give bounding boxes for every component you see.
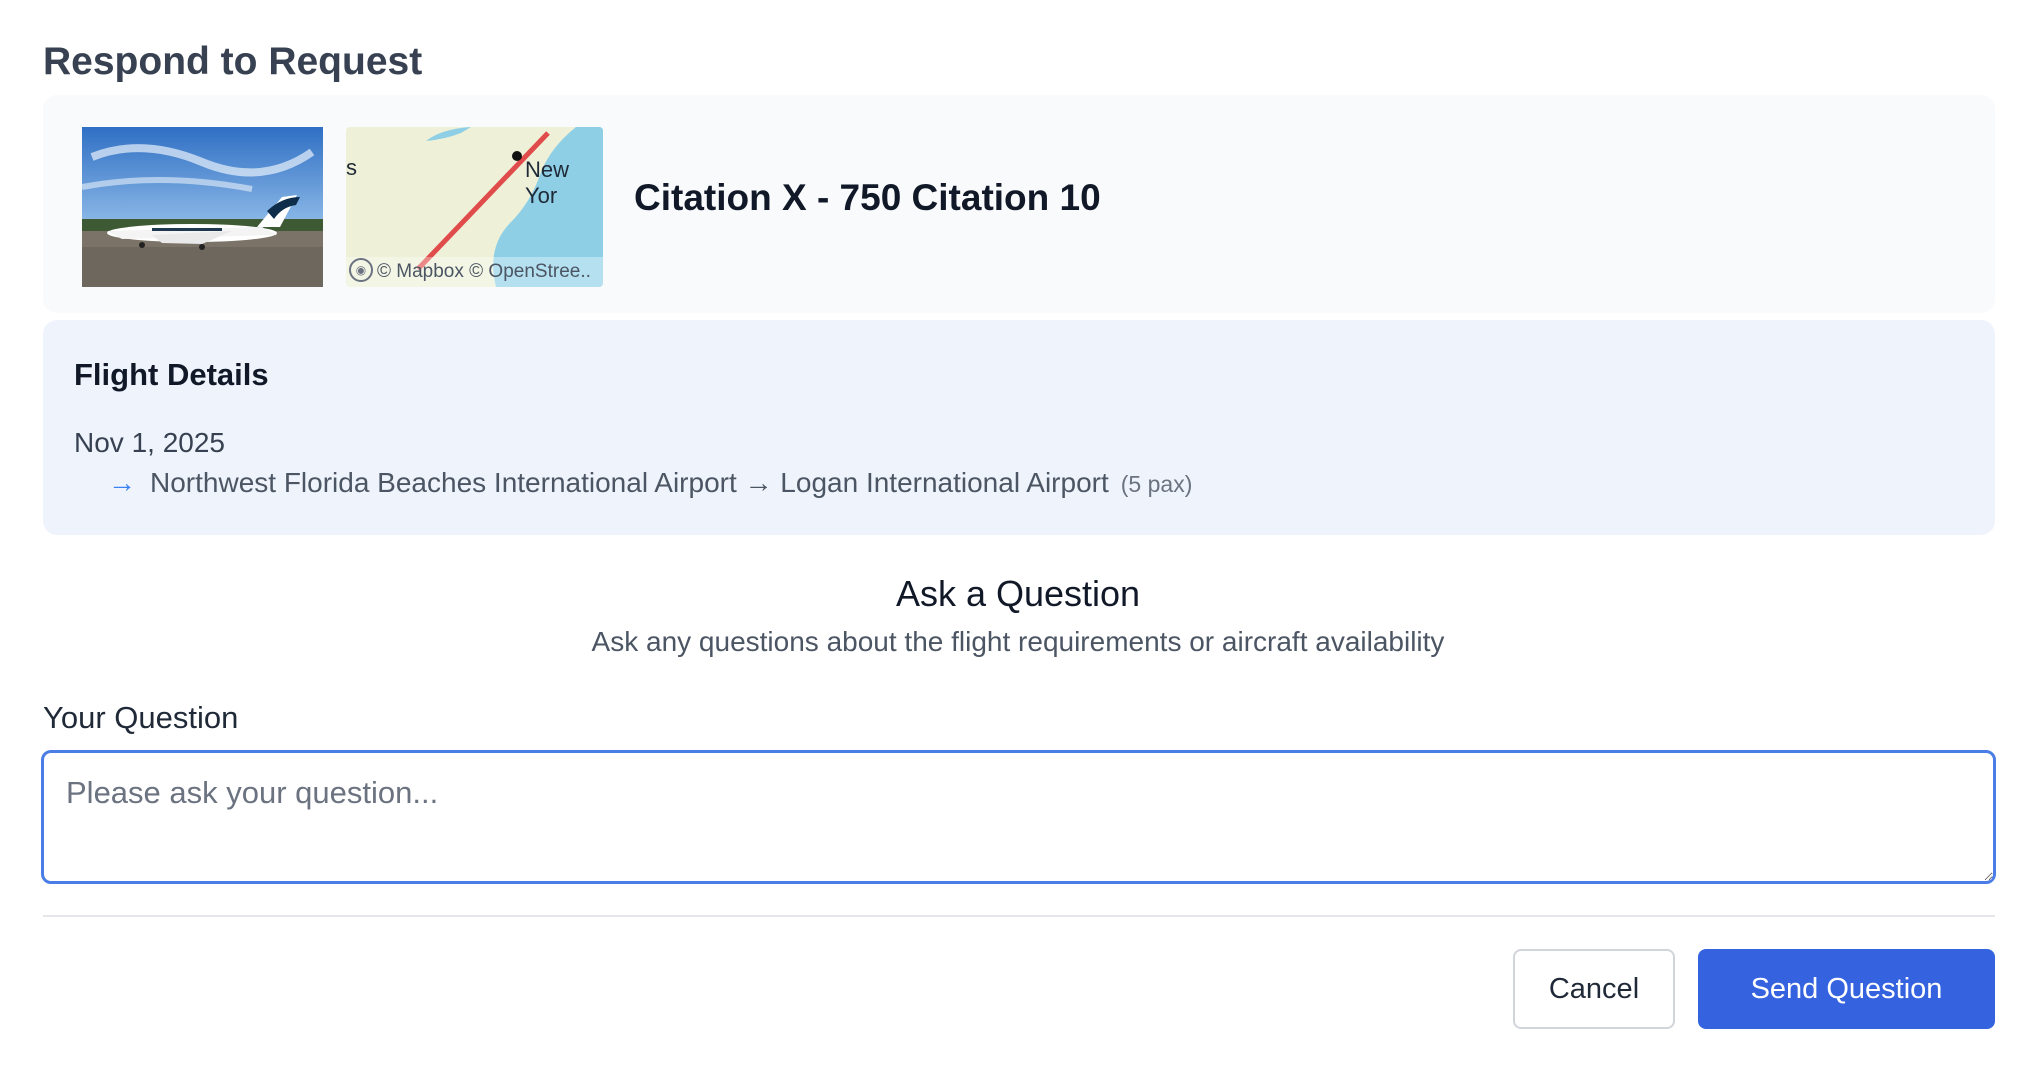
question-textarea[interactable]	[41, 750, 1996, 884]
aircraft-photo	[82, 127, 323, 287]
page-title: Respond to Request	[43, 40, 423, 83]
flight-details-card: Flight Details Nov 1, 2025 → Northwest Fl…	[43, 320, 1995, 535]
flight-date: Nov 1, 2025	[74, 427, 225, 458]
passenger-count: (5 pax)	[1120, 471, 1193, 497]
footer-divider	[43, 915, 1995, 917]
flight-details-heading: Flight Details	[74, 357, 269, 392]
map-label-edge: s	[346, 155, 357, 180]
cancel-button[interactable]: Cancel	[1513, 949, 1675, 1029]
flight-route: → Northwest Florida Beaches International…	[108, 467, 1192, 499]
map-attribution-text: © Mapbox © OpenStree..	[377, 261, 591, 282]
respond-to-request-modal: Respond to Request s New Yor ◉ © Mapbox …	[0, 0, 2036, 1070]
send-question-button[interactable]: Send Question	[1698, 949, 1995, 1029]
route-map[interactable]: s New Yor ◉ © Mapbox © OpenStree..	[346, 127, 603, 287]
aircraft-name: Citation X - 750 Citation 10	[634, 177, 1101, 218]
ask-question-subtitle: Ask any questions about the flight requi…	[591, 626, 1445, 657]
question-field-label: Your Question	[43, 700, 239, 735]
route-text: Northwest Florida Beaches International …	[150, 467, 1109, 498]
mapbox-logo-icon: ◉	[349, 257, 373, 282]
aircraft-card: s New Yor ◉ © Mapbox © OpenStree.. Citati…	[43, 95, 1995, 313]
arrow-right-icon: →	[108, 467, 136, 498]
map-label-new-york: New Yor	[525, 157, 570, 208]
map-attribution[interactable]: ◉ © Mapbox © OpenStree..	[346, 257, 603, 287]
ask-question-title: Ask a Question	[895, 573, 1141, 614]
